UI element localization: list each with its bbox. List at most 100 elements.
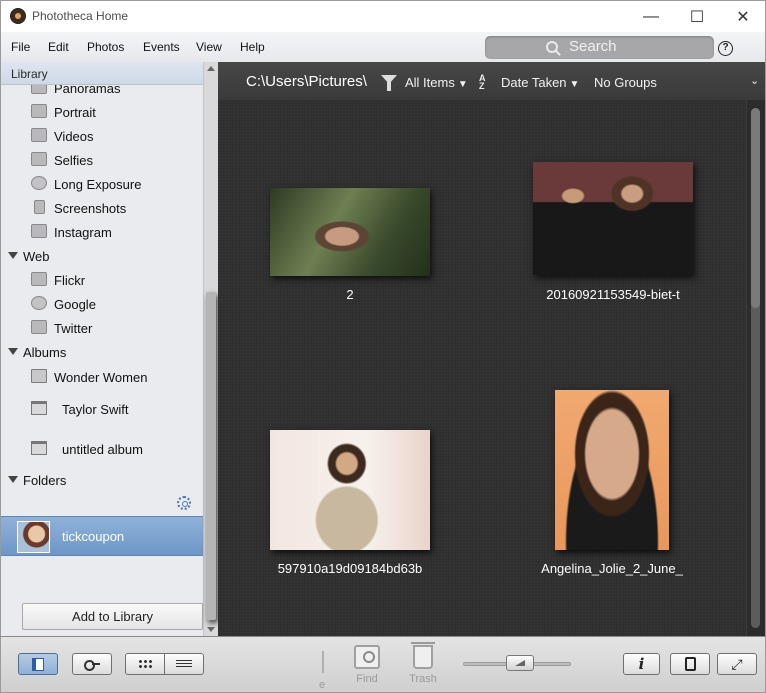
scroll-down-icon[interactable] [207, 627, 215, 632]
trash-icon [411, 642, 435, 669]
sidebar-item-label: Screenshots [54, 201, 127, 216]
search-icon [546, 41, 558, 53]
photo-thumbnail[interactable] [555, 390, 669, 550]
add-to-library-button[interactable]: Add to Library [22, 603, 203, 630]
disclosure-triangle-icon[interactable] [8, 348, 18, 355]
close-button[interactable]: ✕ [720, 1, 766, 32]
window-title: Phototheca Home [32, 9, 129, 23]
sidebar-item-google[interactable]: Google [1, 293, 203, 317]
flickr-icon [31, 272, 47, 286]
path-breadcrumb[interactable]: C:\Users\Pictures\ [246, 73, 367, 90]
sidebar-scrollbar[interactable] [203, 62, 218, 636]
fullscreen-button[interactable]: ⤢ [717, 653, 757, 675]
find-icon [354, 645, 380, 669]
sidebar-item-label: Flickr [54, 273, 86, 288]
sidebar-item-portrait[interactable]: Portrait [1, 101, 203, 125]
sidebar-item-tickcoupon[interactable]: tickcoupon [1, 516, 203, 556]
device-button[interactable] [670, 653, 710, 675]
scrollbar-thumb[interactable] [751, 108, 760, 628]
info-button[interactable]: i [623, 653, 660, 675]
person-icon [31, 152, 47, 166]
sidebar-item-untitled-album[interactable]: untitled album [1, 438, 203, 462]
section-albums[interactable]: Albums [1, 342, 203, 364]
grid-view-button[interactable] [125, 653, 165, 675]
title-bar: Phototheca Home — ☐ ✕ [0, 0, 766, 32]
sidebar-item-label: tickcoupon [62, 529, 125, 544]
list-icon [176, 659, 192, 669]
section-label: Web [23, 249, 50, 264]
toggle-sidebar-button[interactable] [18, 653, 58, 675]
tablet-icon [684, 657, 696, 671]
scrollbar-thumb[interactable] [206, 292, 216, 620]
menu-photos[interactable]: Photos [87, 40, 124, 54]
section-folders[interactable]: Folders [1, 470, 203, 492]
photo-caption: 2 [346, 287, 354, 302]
video-camera-icon [31, 128, 47, 142]
sidebar-item-label: Selfies [54, 153, 94, 168]
section-label: Albums [23, 345, 67, 360]
album-icon [31, 441, 47, 455]
maximize-button[interactable]: ☐ [674, 1, 720, 32]
menu-view[interactable]: View [196, 40, 222, 54]
search-input[interactable]: Search [485, 36, 714, 59]
menu-events[interactable]: Events [143, 40, 180, 54]
search-placeholder: Search [569, 38, 617, 55]
sidebar-item-label: untitled album [62, 442, 143, 457]
find-label: Find [356, 673, 378, 685]
minimize-button[interactable]: — [628, 1, 674, 32]
zoom-slider-knob[interactable] [506, 655, 534, 671]
groups-dropdown[interactable]: No Groups [594, 75, 657, 90]
zoom-slider[interactable] [463, 655, 571, 671]
sidebar-item-instagram[interactable]: Instagram [1, 221, 203, 245]
sidebar-item-screenshots[interactable]: Screenshots [1, 197, 203, 221]
photo-thumbnail[interactable] [270, 430, 430, 550]
sidebar-item-label: Google [54, 297, 96, 312]
filter-label: All Items [405, 75, 455, 90]
content-scrollbar[interactable] [746, 100, 765, 636]
photo-thumbnail[interactable] [533, 162, 693, 275]
trash-button[interactable]: Trash [401, 642, 445, 691]
help-icon[interactable]: ? [718, 41, 733, 56]
menu-edit[interactable]: Edit [48, 40, 69, 54]
sidebar-item-panoramas[interactable]: Panoramas [1, 85, 203, 101]
sidebar-item-long-exposure[interactable]: Long Exposure [1, 173, 203, 197]
sort-icon-bottom: Z [479, 81, 485, 91]
filter-icon[interactable] [381, 75, 397, 91]
keywords-button[interactable] [72, 653, 112, 675]
filter-dropdown[interactable]: All Items ▼ [405, 75, 468, 90]
sort-az-icon[interactable]: AZ [479, 74, 486, 91]
sidebar-item-label: Portrait [54, 105, 96, 120]
sidebar-item-label: Videos [54, 129, 94, 144]
circle-icon [31, 176, 47, 190]
folder-icon [31, 369, 47, 383]
trash-label: Trash [409, 673, 437, 685]
section-web[interactable]: Web [1, 246, 203, 268]
list-view-button[interactable] [164, 653, 204, 675]
more-chevron-icon[interactable]: ⌄ [750, 74, 759, 87]
panorama-icon [31, 85, 47, 94]
sidebar-item-videos[interactable]: Videos [1, 125, 203, 149]
key-icon [84, 660, 100, 671]
cube-icon [31, 104, 47, 118]
sort-dropdown[interactable]: Date Taken ▼ [501, 75, 579, 90]
sidebar-item-flickr[interactable]: Flickr [1, 269, 203, 293]
sidebar-item-twitter[interactable]: Twitter [1, 317, 203, 341]
sidebar-item-selfies[interactable]: Selfies [1, 149, 203, 173]
menu-help[interactable]: Help [240, 40, 265, 54]
sidebar-item-label: Twitter [54, 321, 93, 336]
menu-file[interactable]: File [11, 40, 30, 54]
content-toolbar: C:\Users\Pictures\ All Items ▼ AZ Date Ta… [218, 62, 766, 100]
album-icon [31, 401, 47, 415]
sidebar-item-label: Panoramas [54, 85, 121, 96]
gear-icon[interactable] [177, 496, 191, 510]
sidebar-item-taylor-swift[interactable]: Taylor Swift [1, 398, 203, 422]
sidebar-item-wonder-women[interactable]: Wonder Women [1, 366, 203, 390]
instagram-icon [31, 224, 47, 238]
photo-caption: Angelina_Jolie_2_June_ [541, 561, 683, 576]
photo-thumbnail[interactable] [270, 188, 430, 276]
info-icon: i [638, 655, 645, 673]
disclosure-triangle-icon[interactable] [8, 252, 18, 259]
find-button[interactable]: Find [345, 645, 389, 691]
scroll-up-icon[interactable] [207, 66, 215, 71]
disclosure-triangle-icon[interactable] [8, 476, 18, 483]
